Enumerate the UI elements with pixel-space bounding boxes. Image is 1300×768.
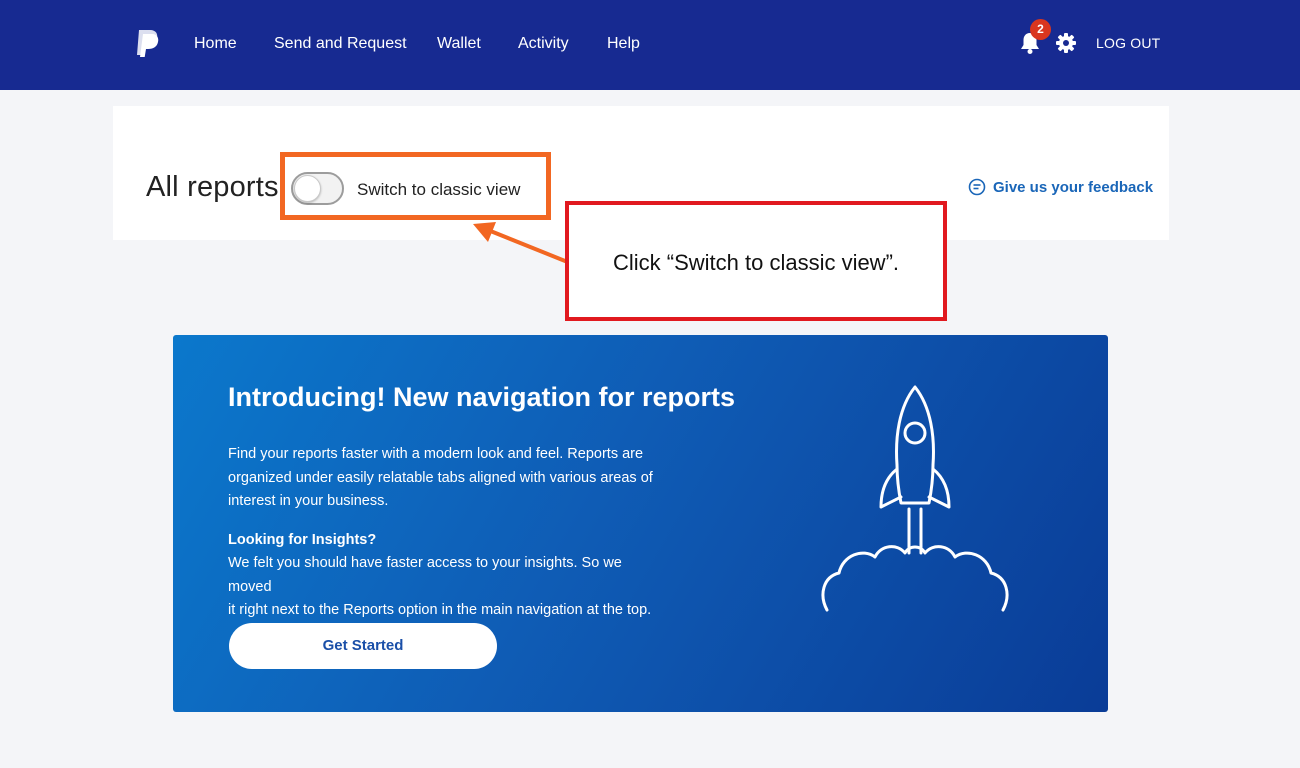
gear-icon[interactable]: [1056, 33, 1076, 53]
feedback-link[interactable]: Give us your feedback: [993, 179, 1153, 196]
banner-title: Introducing! New navigation for reports: [228, 382, 736, 412]
nav-wallet[interactable]: Wallet: [437, 34, 481, 54]
rocket-icon: [821, 385, 1009, 612]
notification-badge: 2: [1030, 19, 1051, 40]
paypal-logo[interactable]: [134, 28, 160, 58]
banner-paragraph-1-line: interest in your business.: [228, 493, 389, 509]
nav-help[interactable]: Help: [607, 34, 640, 54]
nav-send-and-request[interactable]: Send and Request: [274, 34, 407, 54]
callout-arrow: [473, 222, 576, 267]
logout-link[interactable]: LOG OUT: [1096, 35, 1160, 51]
banner-paragraph-1-line: Find your reports faster with a modern l…: [228, 446, 644, 462]
feedback-icon[interactable]: [967, 177, 987, 197]
banner-subheading: Looking for Insights?: [228, 532, 377, 548]
page-title: All reports: [146, 171, 279, 203]
banner-paragraph-2: We felt you should have faster access to…: [228, 552, 658, 623]
nav-activity[interactable]: Activity: [518, 34, 569, 54]
banner-paragraph-2-line: We felt you should have faster access to…: [228, 555, 622, 595]
callout-text: Click “Switch to classic view”.: [612, 250, 900, 275]
instruction-callout: Click “Switch to classic view”.: [565, 201, 947, 321]
banner-paragraph-2-line: it right next to the Reports option in t…: [228, 602, 652, 618]
banner-paragraph-1: Find your reports faster with a modern l…: [228, 443, 658, 514]
nav-home[interactable]: Home: [194, 34, 237, 54]
banner-paragraph-1-line: organized under easily relatable tabs al…: [228, 469, 653, 486]
toggle-highlight-box: [280, 152, 551, 220]
get-started-button[interactable]: Get Started: [229, 623, 497, 669]
